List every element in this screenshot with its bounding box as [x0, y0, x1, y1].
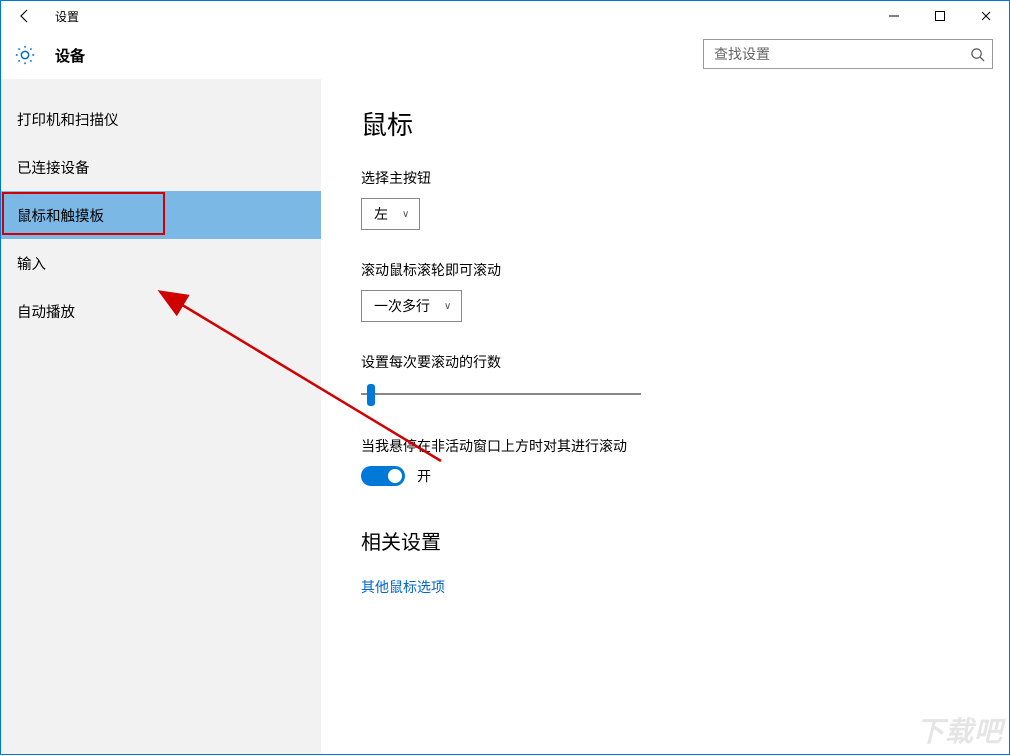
search-box[interactable] [703, 39, 993, 69]
close-button[interactable] [963, 1, 1009, 31]
toggle-state-label: 开 [417, 466, 431, 486]
sidebar-item-label: 自动播放 [17, 301, 75, 322]
sidebar-item-label: 输入 [17, 253, 46, 274]
lines-slider[interactable] [361, 382, 641, 406]
related-settings-heading: 相关设置 [361, 526, 969, 555]
minimize-button[interactable] [871, 1, 917, 31]
inactive-hover-label: 当我悬停在非活动窗口上方时对其进行滚动 [361, 436, 969, 456]
sidebar-item-typing[interactable]: 输入 [1, 239, 321, 287]
wheel-scroll-dropdown[interactable]: 一次多行 ∨ [361, 290, 462, 322]
sidebar-item-label: 鼠标和触摸板 [17, 205, 104, 226]
sidebar: 打印机和扫描仪 已连接设备 鼠标和触摸板 输入 自动播放 [1, 79, 321, 754]
maximize-button[interactable] [917, 1, 963, 31]
chevron-down-icon: ∨ [402, 209, 409, 220]
titlebar: 设置 [1, 1, 1009, 31]
page-heading: 鼠标 [361, 105, 969, 142]
sidebar-item-printers[interactable]: 打印机和扫描仪 [1, 95, 321, 143]
chevron-down-icon: ∨ [444, 301, 451, 312]
sidebar-item-autoplay[interactable]: 自动播放 [1, 287, 321, 335]
wheel-scroll-label: 滚动鼠标滚轮即可滚动 [361, 260, 969, 280]
primary-button-label: 选择主按钮 [361, 168, 969, 188]
category-title: 设备 [55, 45, 85, 66]
window-title: 设置 [55, 8, 79, 25]
slider-thumb[interactable] [367, 384, 375, 406]
sidebar-item-label: 打印机和扫描仪 [17, 109, 119, 130]
primary-button-dropdown[interactable]: 左 ∨ [361, 198, 420, 230]
content-area: 打印机和扫描仪 已连接设备 鼠标和触摸板 输入 自动播放 鼠标 选择主按钮 左 … [1, 79, 1009, 754]
sidebar-item-mouse-touchpad[interactable]: 鼠标和触摸板 [1, 191, 321, 239]
gear-icon [13, 43, 37, 67]
lines-setting-label: 设置每次要滚动的行数 [361, 352, 969, 372]
other-mouse-options-link[interactable]: 其他鼠标选项 [361, 579, 445, 595]
dropdown-value: 左 [374, 204, 388, 224]
search-icon[interactable] [962, 40, 992, 68]
main-panel: 鼠标 选择主按钮 左 ∨ 滚动鼠标滚轮即可滚动 一次多行 ∨ 设置每次要滚动的行… [321, 79, 1009, 754]
inactive-hover-toggle-row: 开 [361, 466, 969, 486]
slider-track [361, 393, 641, 395]
header-row: 设备 [1, 31, 1009, 79]
inactive-hover-toggle[interactable] [361, 466, 405, 486]
window-controls [871, 1, 1009, 31]
sidebar-item-connected-devices[interactable]: 已连接设备 [1, 143, 321, 191]
dropdown-value: 一次多行 [374, 296, 430, 316]
back-button[interactable] [1, 1, 49, 31]
search-input[interactable] [704, 46, 962, 62]
sidebar-item-label: 已连接设备 [17, 157, 90, 178]
toggle-knob [388, 469, 402, 483]
